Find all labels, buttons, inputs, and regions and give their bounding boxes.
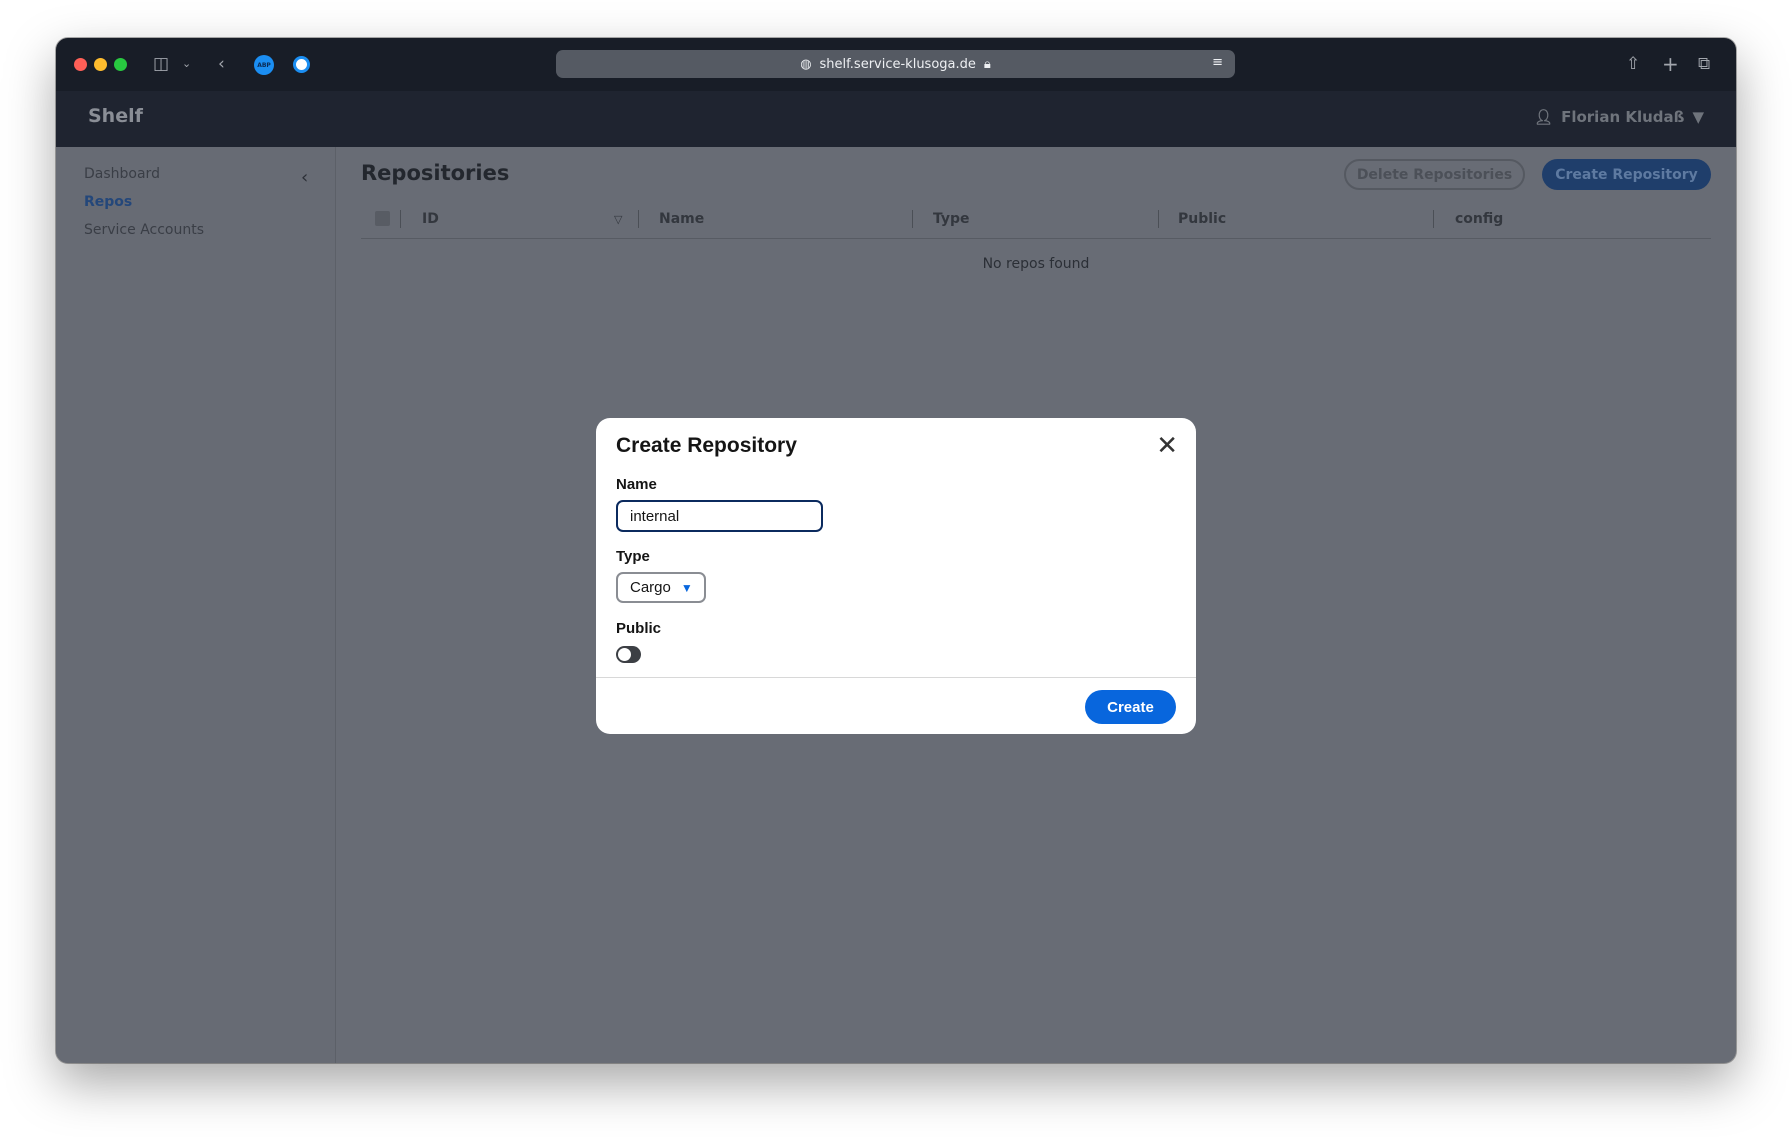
app-header: Shelf 👤︎ Florian Kludaß ▼ [56,91,1736,147]
dialog-title: Create Repository [616,434,797,457]
zoom-window-button[interactable] [114,58,127,71]
column-separator [638,210,639,228]
type-value: Cargo [630,579,671,596]
brand-logo[interactable]: Shelf [88,105,143,127]
new-tab-icon[interactable]: + [1662,54,1679,74]
sort-icon[interactable]: ▽ [614,213,622,226]
create-button[interactable]: Create [1085,690,1176,724]
address-bar[interactable]: ◍ shelf.service-klusoga.de 🔒︎ ≡ [556,50,1235,78]
back-icon[interactable]: ‹ [218,54,225,74]
caret-down-icon: ▼ [680,580,693,595]
user-icon: 👤︎ [1534,108,1554,126]
column-header-id[interactable]: ID [422,211,439,227]
browser-toolbar: ◫ ⌄ ‹ ABP ◍ shelf.service-klusoga.de 🔒︎ … [56,38,1736,91]
column-header-public[interactable]: Public [1178,211,1226,227]
column-header-type[interactable]: Type [933,211,970,227]
url-text: shelf.service-klusoga.de [819,56,976,72]
chevron-down-icon[interactable]: ⌄ [182,54,191,74]
type-select[interactable]: Cargo ▼ [616,572,706,603]
table-header-divider [361,238,1711,239]
public-label: Public [616,620,662,637]
public-toggle[interactable] [616,646,641,663]
user-name: Florian Kludaß [1561,108,1685,126]
adblock-extension-icon[interactable]: ABP [254,55,274,75]
page-title: Repositories [361,161,510,185]
column-header-config[interactable]: config [1455,211,1503,227]
name-input[interactable] [616,500,823,532]
create-repository-button[interactable]: Create Repository [1542,159,1711,190]
column-separator [1158,210,1159,228]
caret-down-icon: ▼ [1692,108,1704,126]
column-separator [400,210,401,228]
user-menu[interactable]: 👤︎ Florian Kludaß ▼ [1534,108,1704,126]
password-manager-extension-icon[interactable] [293,56,310,73]
reader-icon[interactable]: ≡ [1212,55,1223,70]
globe-icon: ◍ [800,56,812,72]
collapse-sidebar-icon[interactable]: ‹ [301,167,308,188]
close-window-button[interactable] [74,58,87,71]
select-all-checkbox[interactable] [375,211,390,226]
sidebar-item-dashboard[interactable]: Dashboard [84,166,160,182]
sidebar: Dashboard Repos Service Accounts ‹ [56,147,336,1063]
create-repository-dialog: Create Repository ✕ Name Type Cargo ▼ Pu… [596,418,1196,734]
sidebar-item-repos[interactable]: Repos [84,194,132,210]
dialog-footer-divider [596,677,1196,678]
minimize-window-button[interactable] [94,58,107,71]
column-header-name[interactable]: Name [659,211,704,227]
share-icon[interactable]: ⇧ [1626,54,1640,74]
browser-window: ◫ ⌄ ‹ ABP ◍ shelf.service-klusoga.de 🔒︎ … [56,38,1736,1063]
column-separator [1433,210,1434,228]
lock-icon: 🔒︎ [983,56,991,72]
column-separator [912,210,913,228]
sidebar-item-service-accounts[interactable]: Service Accounts [84,222,204,238]
sidebar-toggle-icon[interactable]: ◫ [153,54,169,74]
delete-repositories-button[interactable]: Delete Repositories [1344,159,1525,190]
name-label: Name [616,476,657,493]
tabs-overview-icon[interactable]: ⧉ [1698,54,1710,74]
empty-state: No repos found [982,256,1090,272]
type-label: Type [616,548,650,565]
close-icon[interactable]: ✕ [1156,430,1178,460]
